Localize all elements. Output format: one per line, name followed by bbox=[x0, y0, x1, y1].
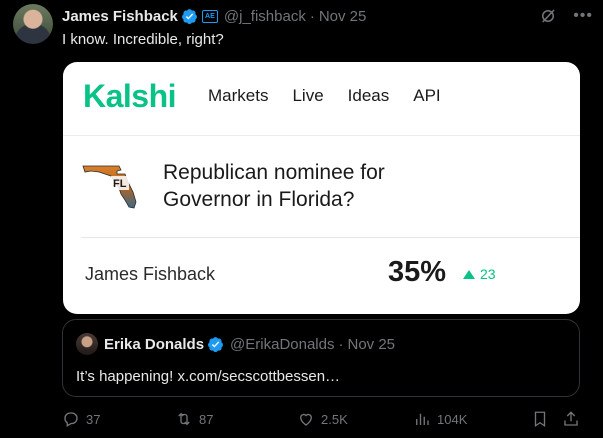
quoted-author-avatar bbox=[76, 333, 98, 355]
share-icon bbox=[564, 411, 578, 426]
reply-icon bbox=[64, 412, 78, 427]
quoted-date: Nov 25 bbox=[347, 336, 396, 353]
probability: 35% bbox=[388, 256, 447, 288]
nav-ideas[interactable]: Ideas bbox=[348, 86, 390, 106]
market-title: Republican nominee for Governor in Flori… bbox=[163, 161, 385, 211]
change-value: 23 bbox=[480, 266, 496, 282]
like-icon bbox=[300, 413, 312, 426]
tweet-header: James Fishback AE @j_fishback · Nov 25 •… bbox=[62, 6, 593, 26]
divider bbox=[81, 237, 580, 238]
quoted-author-name: Erika Donalds bbox=[104, 336, 205, 353]
kalshi-card[interactable]: Kalshi Markets Live Ideas API FL Republi… bbox=[63, 62, 580, 314]
repost-count: 87 bbox=[199, 411, 214, 427]
nav-markets[interactable]: Markets bbox=[208, 86, 268, 106]
quoted-text: It’s happening! x.com/secscottbessen… bbox=[76, 368, 341, 385]
state-label: FL bbox=[113, 178, 127, 190]
bookmark-icon bbox=[534, 411, 546, 428]
tweet-text: I know. Incredible, right? bbox=[62, 31, 224, 48]
probability-change: 23 bbox=[463, 266, 496, 282]
author-avatar[interactable] bbox=[13, 4, 53, 44]
affiliate-badge: AE bbox=[201, 9, 218, 23]
separator: · bbox=[338, 336, 344, 353]
divider bbox=[63, 135, 580, 136]
nav-api[interactable]: API bbox=[413, 86, 440, 106]
repost-button[interactable]: 87 bbox=[175, 410, 213, 428]
quoted-header: Erika Donalds @ErikaDonalds · Nov 25 bbox=[104, 336, 395, 353]
reply-count: 37 bbox=[86, 411, 101, 427]
candidate-name: James Fishback bbox=[85, 264, 216, 284]
separator: · bbox=[309, 7, 315, 25]
action-bar: 37 87 2.5K 104K bbox=[62, 409, 583, 429]
tweet-date[interactable]: Nov 25 bbox=[319, 8, 367, 25]
repost-icon bbox=[178, 412, 190, 426]
quoted-handle: @ErikaDonalds bbox=[230, 336, 335, 353]
up-arrow-icon bbox=[463, 269, 475, 279]
more-icon[interactable]: ••• bbox=[573, 7, 593, 25]
verified-icon bbox=[181, 8, 197, 24]
author-handle[interactable]: @j_fishback bbox=[224, 8, 306, 25]
like-count: 2.5K bbox=[321, 411, 348, 427]
quoted-tweet[interactable]: Erika Donalds @ErikaDonalds · Nov 25 It’… bbox=[62, 319, 580, 397]
share-button[interactable] bbox=[562, 410, 580, 428]
views-icon bbox=[416, 413, 429, 425]
kalshi-logo: Kalshi bbox=[83, 78, 177, 114]
views-button[interactable]: 104K bbox=[413, 410, 467, 428]
author-name[interactable]: James Fishback bbox=[62, 8, 178, 25]
verified-icon bbox=[208, 337, 223, 353]
kalshi-nav: Markets Live Ideas API bbox=[208, 86, 441, 106]
grok-icon[interactable] bbox=[539, 7, 557, 25]
bookmark-button[interactable] bbox=[531, 410, 549, 428]
like-button[interactable]: 2.5K bbox=[297, 410, 348, 428]
reply-button[interactable]: 37 bbox=[62, 410, 100, 428]
nav-live[interactable]: Live bbox=[292, 86, 323, 106]
florida-map-icon: FL bbox=[82, 165, 137, 209]
views-count: 104K bbox=[437, 411, 468, 427]
